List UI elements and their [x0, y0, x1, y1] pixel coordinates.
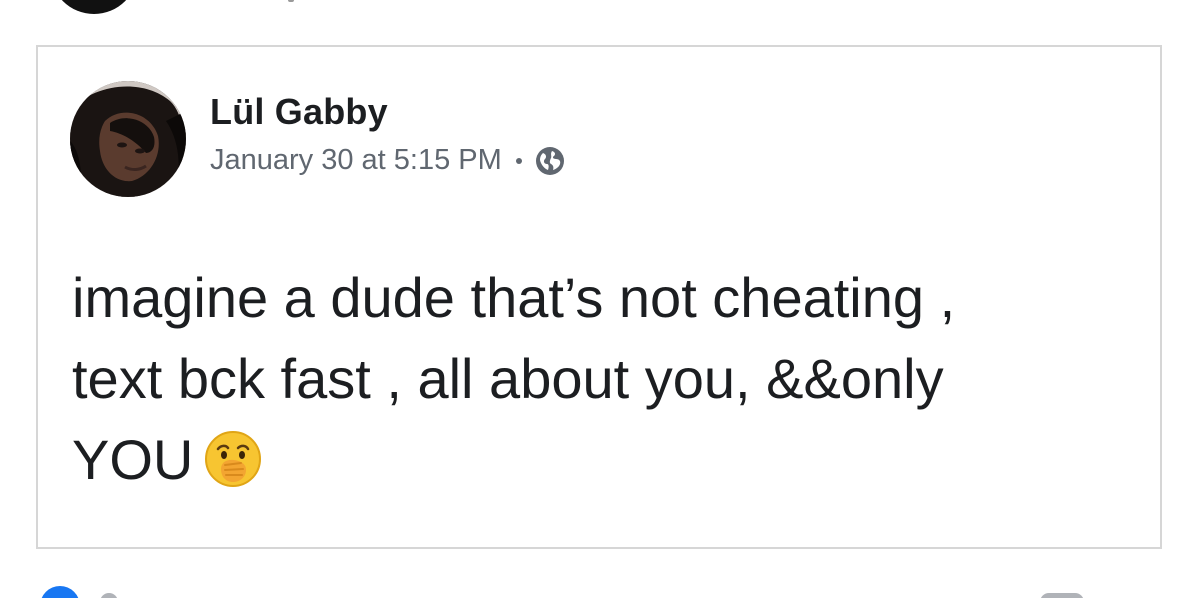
post-timestamp[interactable]: January 30 at 5:15 PM: [210, 144, 502, 177]
reaction-count-fragment: [100, 593, 118, 598]
post-meta: January 30 at 5:15 PM: [210, 144, 566, 177]
face-with-hand-over-mouth-emoji-icon: [203, 429, 263, 489]
post-text-line-2: text bck fast , all about you, &&only: [72, 347, 944, 410]
reaction-like-icon[interactable]: [40, 586, 80, 598]
comment-count-fragment[interactable]: [1040, 593, 1084, 598]
shared-post-card[interactable]: Lül Gabby January 30 at 5:15 PM imagine …: [36, 45, 1162, 549]
previous-post-meta-fragment: [288, 0, 294, 2]
previous-post-avatar[interactable]: [50, 0, 138, 14]
post-text-line-1: imagine a dude that’s not cheating ,: [72, 266, 956, 329]
post-body: imagine a dude that’s not cheating , tex…: [72, 257, 1132, 500]
globe-icon[interactable]: [534, 145, 566, 177]
author-avatar[interactable]: [70, 81, 186, 197]
avatar-photo-icon: [70, 81, 186, 197]
meta-separator-dot: [515, 157, 522, 164]
post-text-line-3: YOU: [72, 428, 194, 491]
screenshot-page: Lül Gabby January 30 at 5:15 PM imagine …: [0, 0, 1200, 598]
author-name[interactable]: Lül Gabby: [210, 91, 388, 133]
